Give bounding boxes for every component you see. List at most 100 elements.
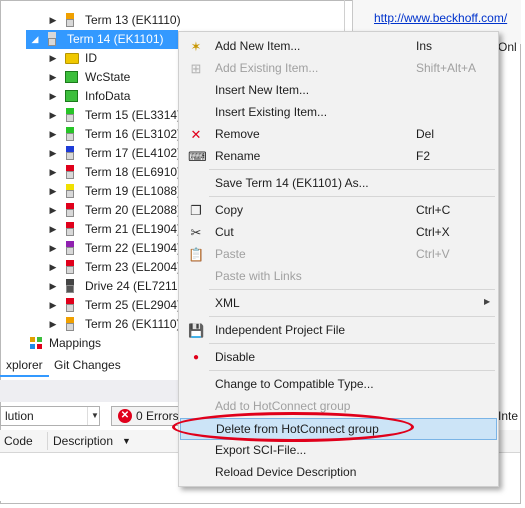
column-separator[interactable]	[47, 432, 48, 450]
terminal-icon	[65, 317, 79, 331]
beckhoff-url-link[interactable]: http://www.beckhoff.com/	[374, 11, 507, 25]
column-description[interactable]: Description	[53, 434, 113, 448]
collapsed-arrow-icon[interactable]: ▶	[48, 53, 58, 64]
collapsed-arrow-icon[interactable]: ▶	[48, 205, 58, 216]
collapsed-arrow-icon[interactable]: ▶	[48, 15, 58, 26]
tree-item[interactable]: ▶ Term 13 (EK1110)	[4, 11, 344, 30]
chevron-down-icon[interactable]: ▼	[87, 407, 102, 425]
collapsed-arrow-icon[interactable]: ▶	[48, 167, 58, 178]
paste-icon: 📋	[188, 247, 205, 262]
terminal-icon	[65, 298, 79, 312]
menu-item-copy[interactable]: ❐ Copy Ctrl+C	[180, 200, 497, 222]
menu-separator	[209, 196, 495, 197]
menu-item-add-new-item[interactable]: ✶ Add New Item... Ins	[180, 36, 497, 58]
errors-filter-button[interactable]: ✕ 0 Errors	[111, 406, 181, 426]
menu-item-label: Save Term 14 (EK1101) As...	[215, 176, 369, 190]
menu-item-disable[interactable]: ● Disable	[180, 347, 497, 369]
collapsed-arrow-icon[interactable]: ▶	[48, 110, 58, 121]
menu-item-insert-new-item[interactable]: Insert New Item...	[180, 80, 497, 102]
tree-item-label: Mappings	[49, 336, 102, 350]
tab-git-changes[interactable]: Git Changes	[48, 355, 127, 375]
tree-item-label: Drive 24 (EL7211-	[85, 279, 182, 293]
menu-item-rename[interactable]: ⌨ Rename F2	[180, 146, 497, 168]
menu-item-insert-existing-item[interactable]: Insert Existing Item...	[180, 102, 497, 124]
menu-separator	[209, 169, 495, 170]
tree-item-label: WcState	[85, 70, 131, 84]
terminal-icon	[65, 184, 79, 198]
collapsed-arrow-icon[interactable]: ▶	[48, 148, 58, 159]
collapsed-arrow-icon[interactable]: ▶	[48, 281, 58, 292]
menu-item-shortcut: Ctrl+C	[416, 203, 451, 217]
submenu-arrow-icon: ▶	[484, 297, 491, 306]
tree-item-label: Term 17 (EL4102)	[85, 146, 182, 160]
menu-separator	[209, 343, 495, 344]
expanded-arrow-icon[interactable]: ◢	[30, 34, 40, 45]
collapsed-arrow-icon[interactable]: ▶	[48, 186, 58, 197]
error-icon: ✕	[118, 409, 132, 423]
save-icon: 💾	[188, 323, 205, 338]
sort-arrow-icon[interactable]: ▼	[122, 436, 131, 446]
collapsed-arrow-icon[interactable]: ▶	[48, 72, 58, 83]
terminal-icon	[47, 32, 61, 46]
menu-item-label: Add New Item...	[215, 39, 301, 53]
menu-item-independent-project-file[interactable]: 💾 Independent Project File	[180, 320, 497, 342]
terminal-icon	[65, 108, 79, 122]
menu-item-delete-from-hotconnect-group[interactable]: Delete from HotConnect group	[180, 418, 497, 440]
terminal-icon	[65, 260, 79, 274]
tree-item-label: Term 22 (EL1904)	[85, 241, 182, 255]
scope-dropdown[interactable]: lution ▼	[0, 406, 100, 426]
terminal-icon	[65, 13, 79, 27]
error-list-header-band	[0, 380, 200, 402]
tab-solution-explorer[interactable]: xplorer	[0, 355, 49, 377]
collapsed-arrow-icon[interactable]: ▶	[48, 129, 58, 140]
menu-item-add-to-hotconnect-group[interactable]: Add to HotConnect group	[180, 396, 497, 418]
menu-item-label: Remove	[215, 127, 260, 141]
menu-item-shortcut: Ctrl+V	[416, 247, 450, 261]
bottom-tab-bar: xplorer Git Changes	[0, 355, 200, 377]
menu-item-label: Disable	[215, 350, 256, 364]
terminal-icon	[65, 165, 79, 179]
menu-item-label: Rename	[215, 149, 261, 163]
menu-separator	[209, 370, 495, 371]
menu-item-remove[interactable]: ✕ Remove Del	[180, 124, 497, 146]
tree-item-label: Term 26 (EK1110)	[85, 317, 181, 331]
tree-item-label: ID	[85, 51, 97, 65]
menu-item-export-sci-file[interactable]: Export SCI-File...	[180, 440, 497, 462]
drive-icon	[65, 279, 79, 293]
collapsed-arrow-icon[interactable]: ▶	[48, 300, 58, 311]
menu-item-reload-device-description[interactable]: Reload Device Description	[180, 462, 497, 484]
tree-item-label: Term 14 (EK1101)	[67, 32, 164, 46]
terminal-icon	[65, 241, 79, 255]
menu-item-save-term-14-ek1101-as[interactable]: Save Term 14 (EK1101) As...	[180, 173, 497, 195]
add-existing-item-icon: ⊞	[190, 61, 202, 76]
terminal-icon	[65, 127, 79, 141]
collapsed-arrow-icon[interactable]: ▶	[48, 262, 58, 273]
menu-item-shortcut: Ctrl+X	[416, 225, 450, 239]
tree-item-label: InfoData	[85, 89, 131, 103]
menu-item-change-to-compatible-type[interactable]: Change to Compatible Type...	[180, 374, 497, 396]
intellisense-label: Inte	[498, 409, 519, 423]
menu-item-shortcut: Del	[416, 127, 435, 141]
collapsed-arrow-icon[interactable]: ▶	[48, 243, 58, 254]
tree-item-label: Term 19 (EL1088)	[85, 184, 182, 198]
menu-item-add-existing-item[interactable]: ⊞ Add Existing Item... Shift+Alt+A	[180, 58, 497, 80]
menu-item-shortcut: Ins	[416, 39, 433, 53]
menu-item-label: Export SCI-File...	[215, 443, 307, 457]
tree-item[interactable]: ◢ Term 14 (EK1101)	[26, 30, 178, 49]
tree-item-label: Term 25 (EL2904)	[85, 298, 182, 312]
menu-item-xml[interactable]: XML ▶	[180, 293, 497, 315]
menu-item-paste[interactable]: 📋 Paste Ctrl+V	[180, 244, 497, 266]
menu-item-paste-with-links[interactable]: Paste with Links	[180, 266, 497, 288]
menu-item-cut[interactable]: ✂ Cut Ctrl+X	[180, 222, 497, 244]
tree-item-label: Term 21 (EL1904)	[85, 222, 182, 236]
tree-item-label: Term 20 (EL2088)	[85, 203, 182, 217]
collapsed-arrow-icon[interactable]: ▶	[48, 319, 58, 330]
tree-item-label: Term 13 (EK1110)	[85, 13, 181, 27]
column-code[interactable]: Code	[4, 434, 33, 448]
collapsed-arrow-icon[interactable]: ▶	[48, 224, 58, 235]
menu-item-label: Insert Existing Item...	[215, 105, 328, 119]
collapsed-arrow-icon[interactable]: ▶	[48, 91, 58, 102]
menu-separator	[209, 289, 495, 290]
terminal-icon	[65, 203, 79, 217]
cut-icon: ✂	[190, 225, 202, 240]
